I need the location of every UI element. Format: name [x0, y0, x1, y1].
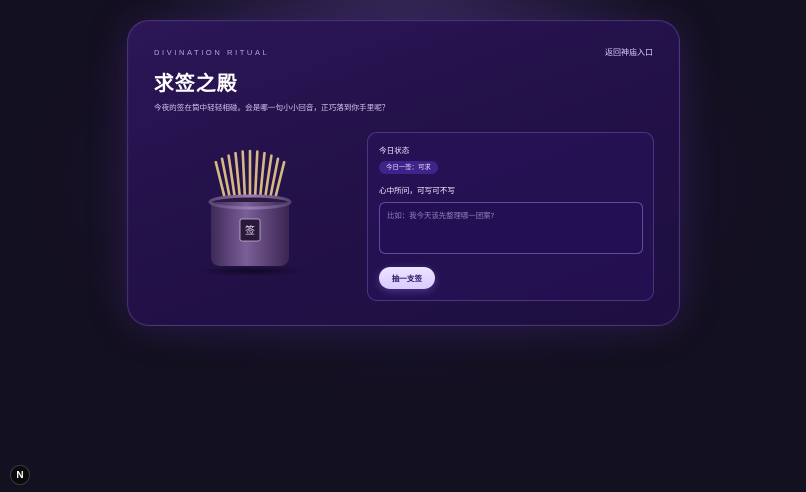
fortune-jar-illustration: 签 [178, 139, 323, 279]
back-to-entrance-link[interactable]: 返回神庙入口 [605, 47, 653, 58]
fortune-jar-svg: 签 [193, 149, 309, 276]
draw-stick-button[interactable]: 抽一支签 [379, 267, 435, 289]
jar-shadow [193, 266, 309, 276]
dev-indicator-icon[interactable]: N [10, 465, 30, 485]
ritual-card: DIVINATION RITUAL 返回神庙入口 求签之殿 今夜的签在筒中轻轻相… [127, 20, 680, 326]
today-status-label: 今日状态 [379, 146, 410, 155]
page-subtitle: 今夜的签在筒中轻轻相碰。会是哪一句小小回音，正巧落到你手里呢？ [154, 103, 390, 112]
page-title: 求签之殿 [154, 71, 238, 95]
wish-label: 心中所问，可写可不写 [379, 186, 455, 195]
jar-label-char: 签 [245, 224, 255, 237]
fortune-panel: 今日状态 今日一签：可求 心中所问，可写可不写 抽一支签 [367, 132, 654, 301]
wish-input[interactable] [379, 202, 643, 254]
eyebrow-label: DIVINATION RITUAL [154, 48, 270, 57]
dev-indicator-letter: N [16, 469, 24, 481]
status-badge: 今日一签：可求 [379, 161, 438, 174]
